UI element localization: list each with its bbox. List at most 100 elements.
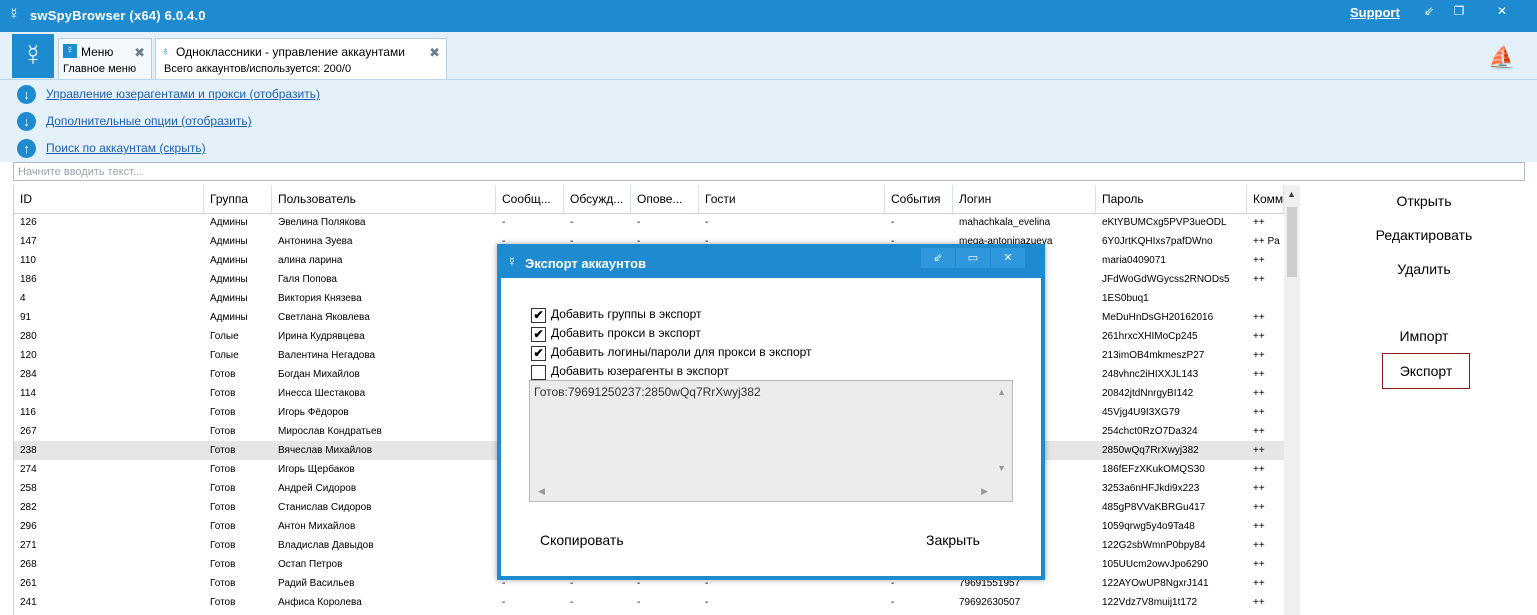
table-cell: Готов — [210, 540, 236, 551]
dialog-close-button[interactable]: Закрыть — [926, 532, 980, 548]
table-cell: Админы — [210, 217, 248, 228]
table-cell: 3253a6nHFJkdi9x223 — [1102, 483, 1200, 494]
checkbox-box[interactable]: ✔ — [531, 327, 546, 342]
table-cell: mahachkala_evelina — [959, 217, 1051, 228]
checkbox-box[interactable] — [531, 365, 546, 380]
scroll-left-icon[interactable]: ◀ — [538, 486, 545, 497]
print-icon[interactable]: ⛵ — [1488, 45, 1515, 71]
table-cell: 1ES0buq1 — [1102, 293, 1149, 304]
table-cell: 213imOB4mkmeszP27 — [1102, 350, 1205, 361]
column-header[interactable]: Пароль — [1096, 185, 1247, 213]
dialog-maximize-icon[interactable]: ▭ — [956, 248, 990, 268]
table-cell: - — [891, 597, 895, 608]
export-dialog: ☿ Экспорт аккаунтов ⇙ ▭ ✕ ✔ Добавить гру… — [497, 244, 1045, 580]
column-header[interactable]: Пользователь — [272, 185, 496, 213]
table-cell: ++ — [1253, 559, 1265, 570]
table-cell: ++ — [1253, 407, 1265, 418]
open-button[interactable]: Открыть — [1380, 185, 1468, 217]
table-cell: - — [502, 217, 506, 228]
table-cell: ++ — [1253, 255, 1265, 266]
table-cell: Готов — [210, 502, 236, 513]
column-header[interactable]: События — [885, 185, 953, 213]
checkbox-label: Добавить юзерагенты в экспорт — [551, 364, 729, 378]
export-textarea[interactable]: Готов:79691250237:2850wQq7RrXwyj382 ▲ ▼ … — [529, 380, 1013, 502]
useragents-link[interactable]: Управление юзерагентами и прокси (отобра… — [46, 87, 320, 101]
column-header[interactable]: ID — [14, 185, 204, 213]
table-cell: 2850wQq7RrXwyj382 — [1102, 445, 1199, 456]
title-bar: ☿ swSpyBrowser (x64) 6.0.4.0 Support ⇙ ❐… — [0, 0, 1537, 32]
additional-link[interactable]: Дополнительные опции (отобразить) — [46, 114, 252, 128]
column-header[interactable]: Сообщ... — [496, 185, 564, 213]
scroll-thumb[interactable] — [1287, 207, 1297, 277]
dialog-title-bar: ☿ Экспорт аккаунтов ⇙ ▭ ✕ — [501, 248, 1041, 278]
collapse-up-icon[interactable]: ↑ — [17, 139, 36, 158]
table-cell: ++ — [1253, 331, 1265, 342]
table-row[interactable]: 126 Админы Эвелина Полякова - - - - - mahachkala… — [14, 213, 1284, 232]
column-header[interactable]: Комм — [1247, 185, 1284, 213]
table-cell: - — [705, 217, 709, 228]
support-link[interactable]: Support — [1350, 5, 1400, 20]
maximize-icon[interactable]: ❐ — [1441, 0, 1477, 22]
column-header[interactable]: Группа — [204, 185, 272, 213]
checkbox-label: Добавить группы в экспорт — [551, 307, 702, 321]
menu-icon: ☿ — [63, 44, 77, 58]
edit-button[interactable]: Редактировать — [1370, 219, 1478, 251]
table-cell: Админы — [210, 255, 248, 266]
table-cell: Светлана Яковлева — [278, 312, 370, 323]
close-icon[interactable]: ✕ — [1484, 0, 1520, 22]
import-button[interactable]: Импорт — [1380, 320, 1468, 352]
table-cell: Админы — [210, 236, 248, 247]
checkbox-box[interactable]: ✔ — [531, 308, 546, 323]
search-toggle-link[interactable]: Поиск по аккаунтам (скрыть) — [46, 141, 206, 155]
table-cell: 186fEFzXKukOMQS30 — [1102, 464, 1205, 475]
checkbox-box[interactable]: ✔ — [531, 346, 546, 361]
table-cell: ++ — [1253, 274, 1265, 285]
table-cell: Богдан Михайлов — [278, 369, 360, 380]
table-cell: 238 — [20, 445, 37, 456]
dialog-close-icon[interactable]: ✕ — [991, 248, 1025, 268]
table-cell: - — [502, 597, 506, 608]
dialog-restore-icon[interactable]: ⇙ — [921, 248, 955, 268]
grid-scrollbar[interactable]: ▲ — [1284, 185, 1300, 615]
table-cell: MeDuHnDsGH20162016 — [1102, 312, 1214, 323]
table-cell: Антонина Зуева — [278, 236, 353, 247]
column-header[interactable]: Обсужд... — [564, 185, 631, 213]
tab-close-icon[interactable]: ✖ — [429, 45, 440, 61]
tab-menu-subtitle: Главное меню — [63, 63, 137, 75]
tab-odnoklassniki[interactable]: ♁ Одноклассники - управление аккаунтами … — [155, 38, 447, 79]
table-cell: maria0409071 — [1102, 255, 1166, 266]
table-cell: Радий Васильев — [278, 578, 355, 589]
table-cell: 271 — [20, 540, 37, 551]
table-cell: 261 — [20, 578, 37, 589]
table-cell: JFdWoGdWGycss2RNODs5 — [1102, 274, 1230, 285]
tab-odnoklassniki-subtitle: Всего аккаунтов/используется: 200/0 — [164, 63, 352, 75]
table-cell: ++ — [1253, 502, 1265, 513]
app-logo-icon: ☿ — [8, 6, 20, 23]
export-button[interactable]: Экспорт — [1382, 353, 1470, 389]
delete-button[interactable]: Удалить — [1380, 253, 1468, 285]
column-header[interactable]: Логин — [953, 185, 1096, 213]
scroll-down-icon[interactable]: ▼ — [997, 463, 1006, 473]
table-cell: Голые — [210, 331, 239, 342]
table-cell: Эвелина Полякова — [278, 217, 366, 228]
scroll-up-icon[interactable]: ▲ — [1287, 189, 1296, 199]
tab-close-icon[interactable]: ✖ — [134, 45, 145, 61]
table-cell: Готов — [210, 578, 236, 589]
table-cell: Андрей Сидоров — [278, 483, 357, 494]
column-header[interactable]: Опове... — [631, 185, 699, 213]
search-input[interactable]: Начните вводить текст... — [13, 162, 1525, 181]
expand-down-icon[interactable]: ↓ — [17, 85, 36, 104]
table-cell: Админы — [210, 312, 248, 323]
table-cell: 122AYOwUP8NgxrJ141 — [1102, 578, 1209, 589]
column-header[interactable]: Гости — [699, 185, 885, 213]
dialog-logo-icon: ☿ — [507, 254, 517, 269]
table-cell: Виктория Князева — [278, 293, 362, 304]
table-cell: Готов — [210, 426, 236, 437]
table-row[interactable]: 241 Готов Анфиса Королева - - - - - 79692630507 1… — [14, 593, 1284, 612]
expand-down-icon[interactable]: ↓ — [17, 112, 36, 131]
scroll-right-icon[interactable]: ▶ — [981, 486, 988, 497]
copy-button[interactable]: Скопировать — [540, 532, 624, 548]
app-menu-icon[interactable]: ☿ — [12, 34, 54, 78]
scroll-up-icon[interactable]: ▲ — [997, 387, 1006, 397]
tab-menu[interactable]: ☿ Меню Главное меню ✖ — [58, 38, 152, 79]
